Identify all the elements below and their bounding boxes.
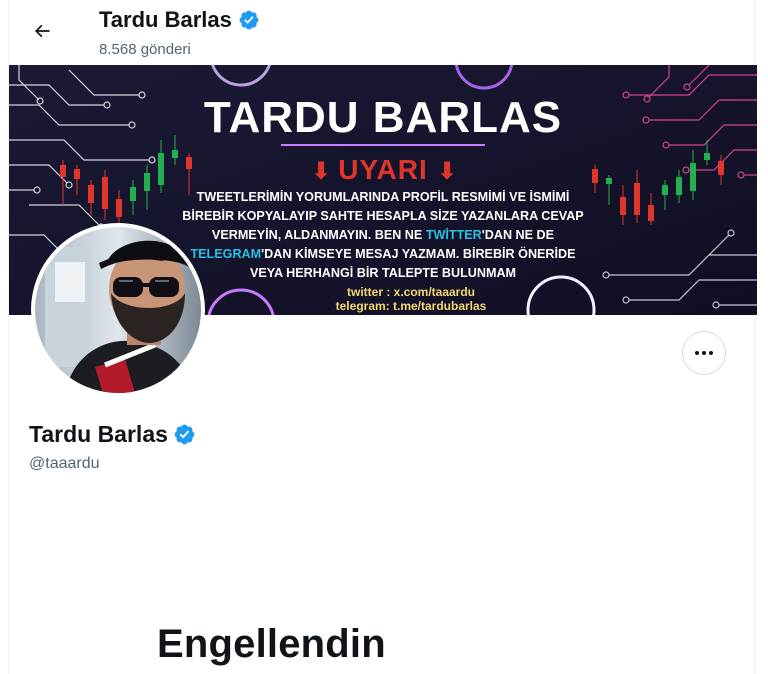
profile-column: Tardu Barlas 8.568 gönderi TARDU BARLAS …	[8, 0, 757, 674]
svg-text:UYARI: UYARI	[338, 154, 428, 185]
back-button[interactable]	[25, 14, 59, 48]
banner-line-5: VEYA HERHANGİ BİR TALEPTE BULUNMAM	[250, 265, 516, 280]
banner-line-4: TELEGRAM'DAN KİMSEYE MESAJ YAZMAM. BİREB…	[190, 246, 575, 261]
banner-telegram-link: telegram: t.me/tardubarlas	[336, 299, 487, 313]
banner-line-1: TWEETLERİMİN YORUMLARINDA PROFİL RESMİMİ…	[197, 189, 570, 204]
profile-avatar[interactable]	[31, 223, 205, 397]
profile-handle: @taaardu	[29, 455, 100, 472]
more-options-button[interactable]	[682, 331, 726, 375]
arrow-left-icon	[34, 24, 50, 38]
verified-badge-icon	[174, 424, 195, 445]
profile-header: Tardu Barlas 8.568 gönderi	[9, 0, 757, 64]
verified-badge-icon	[239, 10, 259, 30]
banner-twitter-link: twitter : x.com/taaardu	[347, 285, 475, 299]
header-title: Tardu Barlas	[99, 7, 232, 32]
svg-text:⬇: ⬇	[311, 157, 331, 185]
blocked-message: Engellendin	[157, 622, 386, 666]
profile-name-row: Tardu Barlas	[29, 421, 196, 448]
svg-text:⬇: ⬇	[437, 157, 457, 185]
profile-name: Tardu Barlas	[29, 421, 168, 447]
more-options-icon	[694, 351, 715, 355]
banner-line-2: BİREBİR KOPYALAYIP SAHTE HESAPLA SİZE YA…	[182, 208, 583, 223]
banner-line-3: VERMEYİN, ALDANMAYIN. BEN NE TWİTTER'DAN…	[212, 227, 554, 242]
posts-count: 8.568 gönderi	[99, 41, 191, 58]
avatar-image	[35, 227, 201, 393]
banner-title: TARDU BARLAS	[204, 93, 562, 142]
header-title-row: Tardu Barlas	[99, 7, 260, 33]
